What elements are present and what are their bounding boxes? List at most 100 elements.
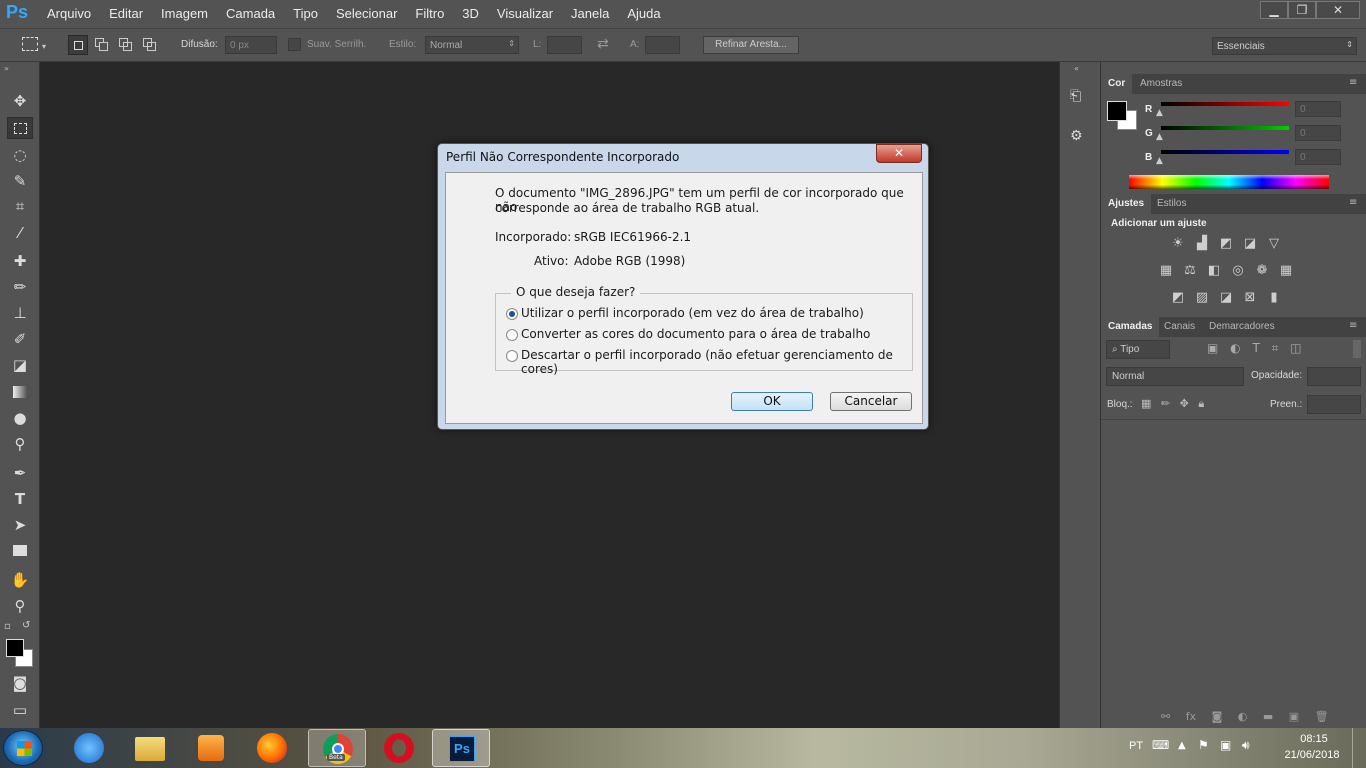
start-button[interactable]	[3, 730, 43, 766]
add-selection-icon[interactable]	[95, 38, 109, 52]
width-input[interactable]	[547, 36, 582, 54]
clone-stamp-tool-icon[interactable]: ⊥	[7, 302, 33, 324]
show-desktop-button[interactable]	[1352, 728, 1366, 768]
cancel-button[interactable]: Cancelar	[830, 392, 912, 411]
eraser-tool-icon[interactable]: ◪	[7, 354, 33, 376]
show-hidden-icons-icon[interactable]: ▲	[1178, 740, 1186, 751]
r-value-input[interactable]: 0	[1295, 101, 1341, 117]
hand-tool-icon[interactable]: ✋	[7, 569, 33, 591]
panel-menu-icon[interactable]: ≡	[1349, 77, 1357, 88]
gradient-tool-icon[interactable]	[7, 381, 33, 403]
color-balance-icon[interactable]: ⚖	[1181, 263, 1199, 279]
default-colors-icon[interactable]: ▫	[4, 621, 11, 632]
panel-menu-icon[interactable]: ≡	[1349, 320, 1357, 331]
option-convert[interactable]: Converter as cores do documento para o á…	[506, 327, 906, 343]
clock-time[interactable]: 08:15	[1290, 733, 1338, 745]
network-icon[interactable]: ▣	[1220, 738, 1231, 752]
option-use-embedded[interactable]: Utilizar o perfil incorporado (em vez do…	[506, 306, 906, 322]
volume-icon[interactable]: 🔊︎	[1242, 738, 1250, 753]
rectangle-tool-icon[interactable]	[7, 540, 33, 562]
opacity-input[interactable]	[1307, 367, 1361, 386]
taskbar-ie[interactable]	[60, 729, 118, 767]
new-selection-button[interactable]	[68, 35, 88, 55]
lasso-tool-icon[interactable]: ◌	[7, 144, 33, 166]
radio-convert[interactable]	[506, 329, 518, 341]
intersect-selection-icon[interactable]	[143, 38, 157, 52]
height-input[interactable]	[645, 36, 680, 54]
tab-camadas[interactable]: Camadas	[1101, 317, 1160, 337]
slider-g[interactable]	[1161, 126, 1289, 130]
ok-button[interactable]: OK	[731, 392, 813, 411]
posterize-icon[interactable]: ▨	[1193, 290, 1211, 306]
taskbar-photoshop[interactable]: Ps	[432, 729, 490, 767]
g-value-input[interactable]: 0	[1295, 125, 1341, 141]
workspace-select[interactable]: Essenciais ⇕	[1212, 37, 1357, 55]
color-spectrum[interactable]	[1129, 175, 1329, 189]
antialias-checkbox[interactable]	[288, 38, 301, 51]
tab-cor[interactable]: Cor	[1101, 74, 1133, 94]
slider-r[interactable]	[1161, 102, 1289, 106]
swap-colors-icon[interactable]: ↺	[22, 620, 30, 631]
style-select[interactable]: Normal ⇕	[425, 36, 519, 54]
path-selection-tool-icon[interactable]: ➤	[7, 514, 33, 536]
blur-tool-icon[interactable]: ●	[7, 407, 33, 429]
black-white-icon[interactable]: ◧	[1205, 263, 1223, 279]
quick-mask-icon[interactable]: ◙	[7, 672, 33, 694]
pen-tool-icon[interactable]: ✒	[7, 462, 33, 484]
foreground-color-swatch[interactable]	[6, 639, 24, 657]
quick-selection-tool-icon[interactable]: ✎	[7, 170, 33, 192]
chevron-down-icon[interactable]: ▾	[42, 42, 46, 51]
layers-footer-icons[interactable]: ⚯ fx ◙ ◐ ▬ ▣ 🗑︎	[1161, 710, 1329, 723]
refine-edge-button[interactable]: Refinar Aresta...	[703, 36, 799, 54]
tab-amostras[interactable]: Amostras	[1133, 74, 1189, 94]
invert-icon[interactable]: ◩	[1169, 290, 1187, 306]
selective-color-icon[interactable]: ⊠	[1241, 290, 1259, 306]
dodge-tool-icon[interactable]: ⚲	[7, 433, 33, 455]
history-panel-icon[interactable]: ⎗	[1070, 88, 1081, 104]
menu-visualizar[interactable]: Visualizar	[488, 0, 562, 28]
radio-use-embedded[interactable]	[506, 308, 518, 320]
swap-icon[interactable]: ⇄	[597, 36, 609, 52]
layer-filter-icons[interactable]: ▣ ◐ T ⌗ ◫	[1207, 341, 1302, 356]
dialog-close-button[interactable]: ✕	[876, 144, 922, 163]
filter-toggle[interactable]	[1353, 340, 1361, 358]
feather-input[interactable]: 0 px	[225, 36, 277, 54]
vibrance-icon[interactable]: ▽	[1265, 236, 1283, 252]
restore-button[interactable]: ❐	[1288, 1, 1316, 19]
menu-selecionar[interactable]: Selecionar	[327, 0, 406, 28]
screen-mode-icon[interactable]: ▭	[7, 699, 33, 721]
type-tool-icon[interactable]: T	[7, 488, 33, 510]
menu-ajuda[interactable]: Ajuda	[618, 0, 669, 28]
blend-mode-select[interactable]: Normal	[1106, 367, 1244, 386]
panel-menu-icon[interactable]: ≡	[1349, 197, 1357, 208]
curves-icon[interactable]: ◩	[1217, 236, 1235, 252]
fill-input[interactable]	[1307, 395, 1361, 414]
color-lookup-icon[interactable]: ▦	[1277, 263, 1295, 279]
slider-handle-icon[interactable]: ▲	[1156, 156, 1163, 166]
tab-ajustes[interactable]: Ajustes	[1101, 194, 1152, 214]
flag-icon[interactable]: ⚑	[1198, 738, 1209, 752]
slider-handle-icon[interactable]: ▲	[1156, 132, 1163, 142]
menu-camada[interactable]: Camada	[217, 0, 284, 28]
color-foreground-swatch[interactable]	[1107, 101, 1127, 121]
tab-estilos[interactable]: Estilos	[1150, 194, 1193, 214]
crop-tool-icon[interactable]: ⌗	[7, 195, 33, 217]
radio-discard[interactable]	[506, 350, 518, 362]
collapse-icon[interactable]: »	[4, 64, 9, 73]
option-discard[interactable]: Descartar o perfil incorporado (não efet…	[506, 348, 906, 376]
brush-tool-icon[interactable]: ✏	[7, 276, 33, 298]
taskbar-opera[interactable]	[370, 729, 428, 767]
b-value-input[interactable]: 0	[1295, 149, 1341, 165]
subtract-selection-icon[interactable]	[119, 38, 133, 52]
hue-saturation-icon[interactable]: ▦	[1157, 263, 1175, 279]
lock-icons[interactable]: ▦ ✏ ✥ 🔒︎	[1141, 397, 1204, 411]
layer-filter-select[interactable]: ⌕ Tipo	[1106, 340, 1170, 359]
tab-demarcadores[interactable]: Demarcadores	[1202, 317, 1282, 337]
levels-icon[interactable]: ▟	[1193, 236, 1211, 252]
brightness-icon[interactable]: ☀	[1169, 236, 1187, 252]
zoom-tool-icon[interactable]: ⚲	[7, 595, 33, 617]
slider-handle-icon[interactable]: ▲	[1156, 108, 1163, 118]
expand-icon[interactable]: «	[1074, 64, 1079, 73]
tab-canais[interactable]: Canais	[1157, 317, 1202, 337]
threshold-icon[interactable]: ◪	[1217, 290, 1235, 306]
